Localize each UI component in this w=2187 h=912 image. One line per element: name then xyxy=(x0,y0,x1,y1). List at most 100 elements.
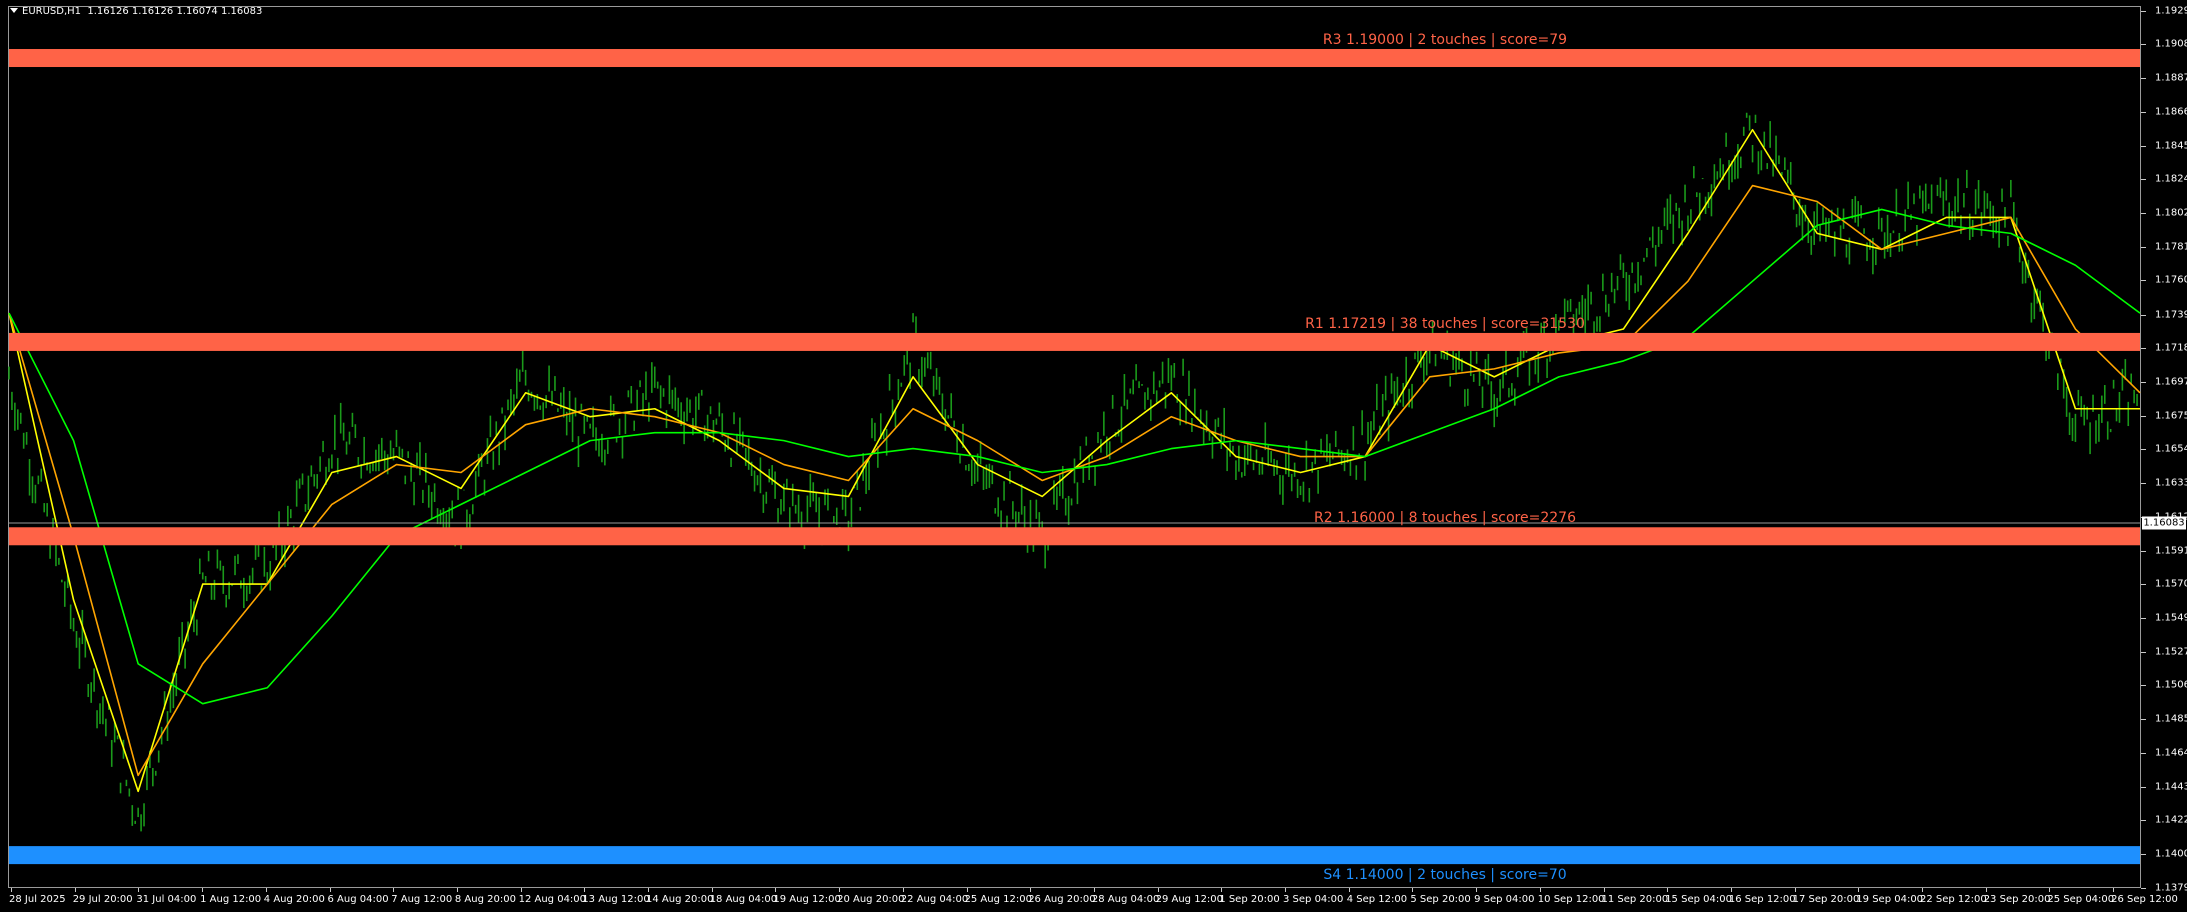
price-tick xyxy=(2141,179,2146,181)
time-tick-label: 7 Aug 12:00 xyxy=(391,894,453,905)
time-tick-label: 11 Sep 20:00 xyxy=(1601,894,1669,905)
price-tick xyxy=(2141,820,2146,822)
time-tick xyxy=(1603,888,1605,892)
price-tick-label: 1.17390 xyxy=(2155,309,2187,321)
price-tick xyxy=(2141,280,2146,282)
price-bars xyxy=(8,112,2138,832)
price-tick xyxy=(2141,786,2146,788)
time-tick xyxy=(1157,888,1159,892)
time-tick xyxy=(966,888,968,892)
price-tick-label: 1.18660 xyxy=(2155,106,2187,118)
price-tick-label: 1.18450 xyxy=(2155,140,2187,152)
time-tick xyxy=(393,888,395,892)
time-tick-label: 25 Aug 12:00 xyxy=(964,894,1032,905)
price-tick xyxy=(2141,145,2146,147)
time-tick-label: 13 Aug 12:00 xyxy=(582,894,650,905)
price-tick xyxy=(2141,44,2146,46)
time-tick xyxy=(1539,888,1541,892)
time-tick-label: 26 Aug 20:00 xyxy=(1028,894,1096,905)
chart-window[interactable]: EURUSD,H1 1.16126 1.16126 1.16074 1.1608… xyxy=(0,0,2187,912)
price-tick-label: 1.13795 xyxy=(2155,882,2187,894)
price-tick xyxy=(2141,10,2146,12)
level-label: R3 1.19000 | 2 touches | score=79 xyxy=(1322,32,1568,48)
time-tick xyxy=(74,888,76,892)
time-tick xyxy=(1730,888,1732,892)
time-tick xyxy=(11,888,12,892)
price-tick-label: 1.15490 xyxy=(2155,612,2187,624)
price-tick xyxy=(2141,246,2146,248)
time-tick-label: 29 Jul 20:00 xyxy=(72,894,133,905)
price-tick-label: 1.14855 xyxy=(2155,713,2187,725)
level-band xyxy=(9,332,2140,351)
time-tick xyxy=(1412,888,1414,892)
time-tick xyxy=(1348,888,1350,892)
time-tick-label: 23 Sep 20:00 xyxy=(1983,894,2051,905)
time-tick-label: 28 Aug 04:00 xyxy=(1091,894,1160,905)
time-tick xyxy=(839,888,841,892)
time-tick xyxy=(1030,888,1032,892)
price-tick-label: 1.17605 xyxy=(2155,274,2187,286)
time-tick-label: 10 Sep 12:00 xyxy=(1537,894,1605,905)
price-tick xyxy=(2141,213,2146,215)
time-tick-label: 25 Sep 04:00 xyxy=(2047,894,2115,905)
time-tick xyxy=(265,888,267,892)
level-label: R1 1.17219 | 38 touches | score=31530 xyxy=(1305,315,1585,332)
time-tick-label: 1 Aug 12:00 xyxy=(200,894,262,905)
price-tick xyxy=(2141,651,2146,653)
time-tick-label: 4 Aug 20:00 xyxy=(263,894,325,905)
time-tick-label: 12 Aug 04:00 xyxy=(518,894,587,905)
time-tick-label: 1 Sep 20:00 xyxy=(1219,894,1280,905)
time-tick-label: 29 Aug 12:00 xyxy=(1155,894,1224,905)
time-tick-label: 19 Aug 12:00 xyxy=(773,894,841,905)
price-tick xyxy=(2141,348,2146,350)
time-tick-label: 9 Sep 04:00 xyxy=(1474,894,1535,905)
price-tick xyxy=(2141,617,2146,619)
time-tick xyxy=(520,888,522,892)
time-tick xyxy=(711,888,713,892)
time-tick-label: 26 Sep 12:00 xyxy=(2111,894,2178,905)
price-tick-label: 1.16755 xyxy=(2155,410,2187,422)
time-tick xyxy=(1985,888,1987,892)
time-tick xyxy=(584,888,586,892)
price-tick xyxy=(2141,415,2146,417)
price-tick-label: 1.16970 xyxy=(2155,376,2187,388)
price-tick xyxy=(2141,449,2146,451)
price-axis[interactable]: 1.19295 1.19085 1.18875 1.18660 1.18450 1.182… xyxy=(2141,0,2187,912)
time-tick-label: 22 Sep 12:00 xyxy=(1920,894,1987,905)
price-tick-label: 1.15066 xyxy=(2155,679,2187,691)
price-tick xyxy=(2141,854,2146,856)
price-tick xyxy=(2141,753,2146,755)
time-tick xyxy=(775,888,777,892)
time-tick xyxy=(902,888,904,892)
time-tick xyxy=(2049,888,2051,892)
price-tick-label: 1.18240 xyxy=(2155,173,2187,185)
price-tick xyxy=(2141,381,2146,383)
time-tick-label: 20 Aug 20:00 xyxy=(837,894,905,905)
price-tick-label: 1.15910 xyxy=(2155,545,2187,557)
price-tick xyxy=(2141,550,2146,552)
time-tick xyxy=(1093,888,1095,892)
price-tick-label: 1.15700 xyxy=(2155,578,2187,590)
symbol-name: EURUSD,H1 xyxy=(22,6,82,17)
dropdown-triangle-icon[interactable] xyxy=(10,8,18,13)
price-tick xyxy=(2141,482,2146,484)
price-tick xyxy=(2141,718,2146,720)
time-tick xyxy=(138,888,140,892)
moving-average-line-3 xyxy=(8,208,2141,705)
time-tick-label: 14 Aug 20:00 xyxy=(646,894,714,905)
time-tick-label: 3 Sep 04:00 xyxy=(1283,894,1344,905)
time-tick xyxy=(2113,888,2115,892)
price-chart xyxy=(8,49,2141,865)
price-tick xyxy=(2141,112,2146,114)
time-tick-label: 4 Sep 12:00 xyxy=(1346,894,1408,905)
current-bid-price: 1.16083 xyxy=(2142,516,2186,530)
price-tick xyxy=(2141,887,2146,889)
time-tick-label: 17 Sep 20:00 xyxy=(1792,894,1860,905)
symbol-header[interactable]: EURUSD,H1 1.16126 1.16126 1.16074 1.1608… xyxy=(8,6,262,17)
level-band xyxy=(9,49,2140,68)
ohlc-values: 1.16126 1.16126 1.16074 1.16083 xyxy=(87,6,263,17)
price-tick xyxy=(2141,584,2146,586)
price-tick-label: 1.14430 xyxy=(2155,781,2187,793)
time-tick xyxy=(1285,888,1286,892)
price-tick-label: 1.17815 xyxy=(2155,241,2187,253)
